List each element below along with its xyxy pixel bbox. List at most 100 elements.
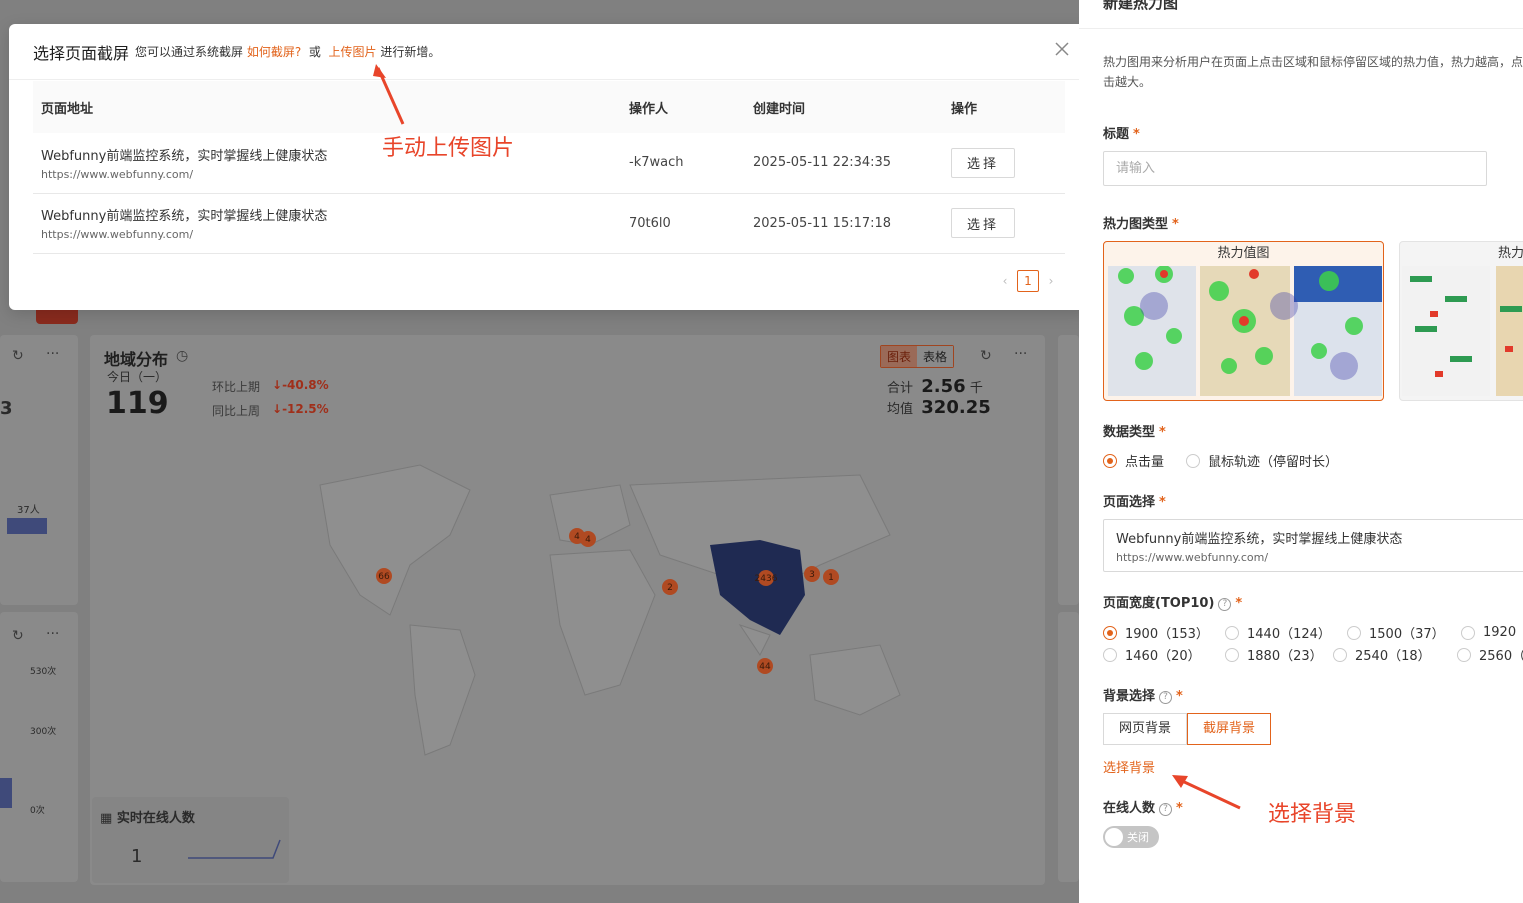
radio-dot <box>1103 647 1117 662</box>
width-radio[interactable]: 2540（18） <box>1333 645 1457 664</box>
page-select-field[interactable]: Webfunny前端监控系统，实时掌握线上健康状态 https://www.we… <box>1103 519 1523 572</box>
world-map: 66 4 4 2 2436 3 1 44 <box>319 464 901 756</box>
bar <box>7 518 47 534</box>
switch-knob <box>1105 828 1123 846</box>
screenshot-table: 页面地址 操作人 创建时间 操作 Webfunny前端监控系统，实时掌握线上健康… <box>33 81 1065 254</box>
page-width-radio-row: 1900（153） 1440（124） 1500（37） 1920 <box>1103 623 1516 642</box>
online-sparkline <box>188 839 281 859</box>
page-select-url: https://www.webfunny.com/ <box>1116 551 1269 564</box>
choose-background-annotation: 选择背景 <box>1268 802 1357 827</box>
map-marker-label: 44 <box>759 662 771 672</box>
select-button[interactable]: 选择 <box>951 208 1015 238</box>
page-select-title: Webfunny前端监控系统，实时掌握线上健康状态 <box>1116 532 1403 547</box>
modal-header: 选择页面截屏 您可以通过系统截屏 如何截屏? 或 上传图片 进行新增。 <box>9 24 1089 80</box>
compare-week-label: 同比上周 <box>212 404 261 418</box>
drawer-description: 热力图用来分析用户在页面上点击区域和鼠标停留区域的热力值，热力越高，点击越大。 <box>1103 55 1523 89</box>
screenshot-background-button[interactable]: 截屏背景 <box>1187 713 1272 745</box>
background-toggle: 网页背景 截屏背景 <box>1103 713 1272 745</box>
action-cell: 选择 <box>943 133 1065 194</box>
upload-annotation: 手动上传图片 <box>382 136 515 161</box>
created-time-cell: 2025-05-11 15:17:18 <box>745 193 943 254</box>
data-type-radio-group: 点击量 鼠标轨迹（停留时长） <box>1103 451 1338 470</box>
drawer-title: 新建热力图 <box>1103 0 1179 12</box>
column-header: 操作 <box>943 81 1065 133</box>
radio-dot <box>1347 625 1361 640</box>
table-row: Webfunny前端监控系统，实时掌握线上健康状态 https://www.we… <box>33 133 1065 194</box>
prev-page-icon[interactable]: ‹ <box>999 274 1011 288</box>
compare-prev-value: ↓-40.8% <box>272 378 329 392</box>
data-type-label: 数据类型 * <box>1103 425 1166 440</box>
heatmap-type-card-other[interactable]: 热力 <box>1399 241 1523 401</box>
webpage-background-button[interactable]: 网页背景 <box>1103 713 1188 745</box>
new-heatmap-drawer: 新建热力图 热力图用来分析用户在页面上点击区域和鼠标停留区域的热力值，热力越高，… <box>1079 0 1523 903</box>
tab-chart: 图表 <box>881 346 918 367</box>
title-input[interactable] <box>1103 151 1487 186</box>
data-type-radio-trail[interactable]: 鼠标轨迹（停留时长） <box>1186 451 1338 470</box>
heatmap-type-card-value[interactable]: 热力值图 <box>1103 241 1384 401</box>
online-users-title: ▦ 实时在线人数 <box>100 811 195 826</box>
view-toggle: 图表 表格 <box>880 345 955 368</box>
map-marker-label: 2436 <box>755 574 778 584</box>
table-header-row: 页面地址 操作人 创建时间 操作 <box>33 81 1065 133</box>
modal-title: 选择页面截屏 <box>33 43 130 63</box>
next-page-icon[interactable]: › <box>1045 274 1057 288</box>
page-title: Webfunny前端监控系统，实时掌握线上健康状态 <box>41 209 328 224</box>
left-stat-card <box>0 335 78 605</box>
heatmap-type-title: 热力值图 <box>1217 246 1270 261</box>
heatmap-type-label: 热力图类型 * <box>1103 217 1179 232</box>
radio-dot <box>1103 453 1117 468</box>
how-to-screenshot-link[interactable]: 如何截屏? <box>247 45 301 59</box>
close-icon[interactable] <box>1053 40 1071 58</box>
page-number[interactable]: 1 <box>1017 270 1039 292</box>
tab-table: 表格 <box>917 346 954 367</box>
created-time-cell: 2025-05-11 22:34:35 <box>745 133 943 194</box>
width-radio[interactable]: 1920 <box>1461 623 1516 642</box>
heatmap-preview-image <box>1108 265 1382 396</box>
help-icon: ? <box>1159 691 1173 704</box>
select-screenshot-modal: 选择页面截屏 您可以通过系统截屏 如何截屏? 或 上传图片 进行新增。 页面地址… <box>9 24 1089 310</box>
width-radio[interactable]: 1440（124） <box>1225 623 1347 642</box>
width-radio[interactable]: 1500（37） <box>1347 623 1461 642</box>
online-users-switch[interactable]: 关闭 <box>1103 826 1159 848</box>
upload-image-link[interactable]: 上传图片 <box>329 45 377 59</box>
y-tick: 0次 <box>30 806 45 816</box>
refresh-icon: ↻ <box>12 348 24 364</box>
right-card-edge <box>1058 335 1079 605</box>
choose-background-link[interactable]: 选择背景 <box>1103 757 1155 776</box>
radio-dot <box>1461 625 1475 640</box>
width-radio[interactable]: 2560（ <box>1457 645 1523 664</box>
width-radio[interactable]: 1900（153） <box>1103 623 1225 642</box>
page-width-radio-row: 1460（20） 1880（23） 2540（18） 2560（ <box>1103 645 1523 664</box>
width-radio[interactable]: 1880（23） <box>1225 645 1333 664</box>
data-type-radio-click[interactable]: 点击量 <box>1103 451 1164 470</box>
radio-dot <box>1333 647 1347 662</box>
select-button[interactable]: 选择 <box>951 147 1015 178</box>
right-card-edge <box>1058 612 1079 882</box>
geo-title: 地域分布 <box>104 350 169 369</box>
bar-label: 37人 <box>17 505 40 516</box>
page-url: https://www.webfunny.com/ <box>41 228 194 241</box>
geo-value: 119 <box>106 386 169 421</box>
heatmap-preview-image <box>1402 266 1523 396</box>
map-marker-label: 66 <box>378 572 390 582</box>
column-header: 创建时间 <box>745 81 943 133</box>
help-icon: ? <box>1218 598 1232 611</box>
y-tick: 530次 <box>30 667 57 677</box>
page-url: https://www.webfunny.com/ <box>41 167 194 181</box>
page-address-cell: Webfunny前端监控系统，实时掌握线上健康状态 https://www.we… <box>33 193 621 254</box>
refresh-icon: ↻ <box>12 628 24 644</box>
compare-week-value: ↓-12.5% <box>272 402 329 416</box>
radio-dot <box>1103 625 1117 640</box>
width-radio[interactable]: 1460（20） <box>1103 645 1225 664</box>
refresh-icon: ↻ <box>980 348 992 364</box>
more-icon: ··· <box>46 626 60 642</box>
radio-dot <box>1186 453 1201 468</box>
geo-today-label: 今日（一） <box>107 370 168 384</box>
bar <box>0 778 12 808</box>
clock-icon: ◷ <box>176 348 189 364</box>
action-cell: 选择 <box>943 193 1065 254</box>
annotation-arrow <box>373 64 405 125</box>
radio-dot <box>1225 647 1239 662</box>
radio-dot <box>1225 625 1239 640</box>
operator-cell: -k7wach <box>621 133 745 194</box>
